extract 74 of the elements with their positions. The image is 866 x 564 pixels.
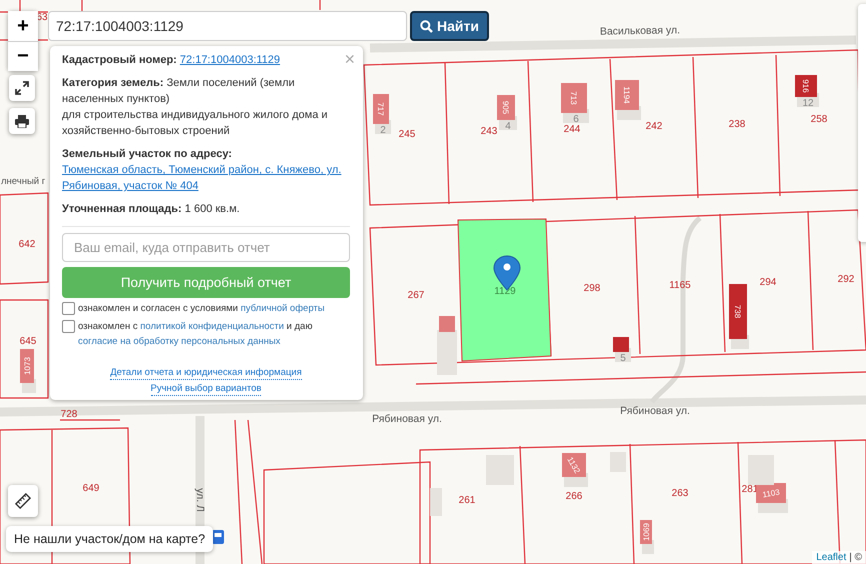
street-name: Васильковая ул. — [600, 24, 680, 38]
search-field[interactable]: 72:17:1004003:1129 — [48, 11, 407, 41]
building-number: 738 — [733, 304, 742, 318]
attribution-text: | © — [849, 552, 862, 563]
email-field[interactable]: Ваш email, куда отправить отчет — [62, 233, 350, 262]
parcel-link[interactable]: 72:17:1004003:1129 — [180, 52, 280, 68]
parcel-number: 281 — [742, 484, 758, 495]
house-number: 12 — [802, 98, 814, 109]
building-number: 1103 — [762, 488, 780, 500]
print-button[interactable] — [9, 108, 35, 134]
building-number: 1069 — [642, 523, 651, 541]
parcel-number: 261 — [458, 495, 476, 506]
house-number: 5 — [620, 353, 626, 364]
parcel-link[interactable]: Тюменская область, Тюменский район, с. Княжево, ул. Рябиновая, участок № 404 — [62, 162, 350, 194]
parcel-number: 645 — [20, 336, 36, 347]
consent-link[interactable]: публичной оферты — [240, 301, 325, 316]
bus-stop-icon — [212, 530, 224, 544]
parcel-number: 642 — [18, 239, 36, 250]
parcel-number: 258 — [810, 114, 828, 125]
building-number: 905 — [501, 100, 510, 114]
expand-icon — [15, 81, 29, 95]
report-button[interactable]: Получить подробный отчет — [62, 267, 350, 298]
parcel-number: 263 — [672, 488, 688, 499]
checkbox[interactable] — [62, 302, 75, 315]
street-name: ул. Л — [194, 488, 206, 512]
parcel-number: 649 — [82, 483, 100, 494]
building-number: 717 — [376, 102, 385, 116]
structure-drawing — [437, 330, 457, 375]
selected-parcel[interactable] — [457, 218, 552, 362]
consent-link[interactable]: политикой конфиденциальности — [140, 319, 284, 334]
fullscreen-button[interactable] — [9, 75, 35, 101]
ruler-button[interactable] — [8, 485, 38, 517]
parcel-number: 298 — [584, 283, 600, 294]
printer-icon — [15, 114, 29, 128]
building-number: 1194 — [622, 86, 631, 104]
parcel-info: Земельный участок по адресу: Тюменская область, Тюменский район, с. Княжево, ул. Рябиновая, участок № 404 — [62, 146, 350, 194]
parcel-info: Уточненная площадь: 1 600 кв.м. — [62, 202, 241, 217]
search-icon — [420, 20, 433, 32]
parcel-number: 267 — [408, 290, 424, 301]
parcel-number: 242 — [646, 121, 662, 132]
parcel-number: 294 — [760, 277, 776, 288]
building-drawing — [439, 316, 455, 332]
structure-drawing — [430, 488, 442, 516]
street-name: Рябиновая ул. — [372, 413, 442, 425]
structure-drawing — [748, 455, 774, 485]
leaflet-link[interactable]: Leaflet — [816, 552, 846, 563]
parcel-number: 292 — [838, 274, 854, 285]
house-number: 2 — [380, 125, 386, 136]
parcel-number: 243 — [480, 126, 498, 137]
house-number: 4 — [505, 121, 511, 132]
consent-text: ознакомлен и согласен с условиями публичной оферты — [78, 301, 325, 316]
parcel-number: 266 — [566, 491, 582, 502]
parcel-number: 245 — [398, 129, 416, 140]
help-button[interactable]: Не нашли участок/дом на карте? — [6, 526, 214, 552]
parcel-number: 728 — [60, 409, 78, 420]
consent-text: ознакомлен с политикой конфиденциальности и даю согласие на обработку персональных данных — [78, 319, 314, 349]
dotted-link[interactable]: Ручной выбор вариантов — [150, 382, 262, 396]
street-name: лнечный г — [1, 176, 46, 187]
building-number: 1073 — [23, 357, 32, 375]
parcel-number: 238 — [728, 119, 746, 130]
parcel-number: 244 — [564, 124, 580, 135]
house-number: 6 — [573, 114, 579, 125]
street-name: Рябиновая ул. — [620, 405, 690, 417]
zoom-in-button[interactable]: + — [8, 11, 38, 41]
building-number: 916 — [801, 79, 810, 93]
building-number: 713 — [569, 91, 578, 105]
search-button[interactable]: Найти — [410, 11, 489, 41]
parcel-number: 1165 — [669, 280, 691, 291]
ruler-icon — [15, 493, 31, 509]
parcel-info: Категория земель: Земли поселений (земли населенных пунктов) для строительства индивидуального жилого дома и хозяйственно-бытовых строений — [62, 76, 329, 139]
dotted-link[interactable]: Детали отчета и юридическая информация — [110, 366, 302, 380]
checkbox[interactable] — [62, 320, 75, 333]
zoom-out-button[interactable]: − — [8, 41, 38, 71]
consent-link[interactable]: согласие на обработку персональных данных — [78, 334, 280, 349]
